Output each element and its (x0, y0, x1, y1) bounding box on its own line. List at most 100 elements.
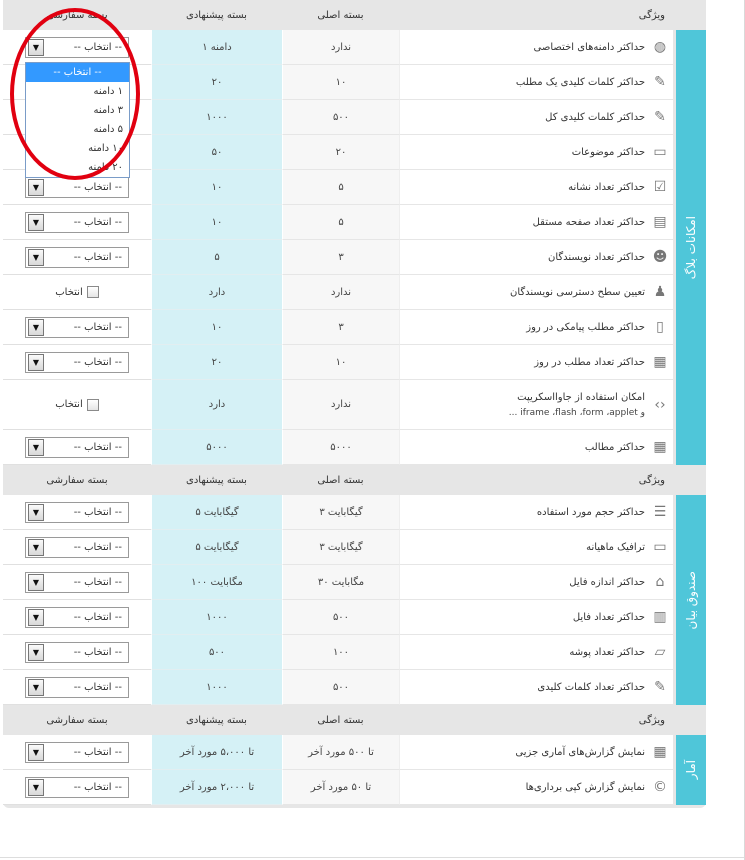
suggested-cell: ۵۰ (151, 135, 282, 170)
suggested-cell: تا ۵،۰۰۰ مورد آخر (151, 735, 282, 770)
select-value: -- انتخاب -- (73, 251, 122, 263)
package-select[interactable]: ▼ -- انتخاب -- (25, 606, 129, 628)
chevron-down-icon: ▼ (28, 503, 44, 521)
feature-label-wrap: حداکثر حجم مورد استفاده (537, 507, 645, 518)
suggested-cell: دارد (151, 275, 282, 310)
feature-cell: حداکثر دامنه‌های اختصاصی ◍ (399, 30, 673, 65)
feature-cell: حداکثر موضوعات ▭ (399, 135, 673, 170)
suggested-cell: ۵۰۰۰ (151, 430, 282, 465)
calendar-icon: ▦ (653, 744, 667, 760)
feature-label: حداکثر دامنه‌های اختصاصی (533, 41, 646, 53)
section: بسته سفارشی بسته پیشنهادی بسته اصلی ویژگی ▼ -… (3, 465, 706, 705)
section-title: امکانات بلاگ (684, 215, 698, 280)
feature-label-wrap: حداکثر مطالب (585, 442, 645, 453)
header-base: بسته اصلی (317, 714, 364, 726)
files-icon: ▥ (653, 609, 667, 625)
chevron-down-icon: ▼ (28, 778, 44, 796)
table-row: انتخاب دارد ندارد تعیین سطح دسترسی نویسندگا… (3, 275, 706, 310)
feature-cell: تعیین سطح دسترسی نویسندگان ♟ (399, 275, 673, 310)
custom-cell: ▼ -- انتخاب -- (3, 600, 151, 635)
chevron-down-icon: ▼ (28, 608, 44, 626)
select-value: -- انتخاب -- (73, 611, 122, 623)
chevron-down-icon: ▼ (28, 678, 44, 696)
suggested-cell: دارد (151, 380, 282, 430)
feature-label: حداکثر مطالب (584, 441, 645, 453)
table-row: ▼ -- انتخاب -- ۵ گیگابایت ۳ گیگابایت ترافیک … (3, 530, 706, 565)
section-title-band: صندوق بیان (676, 495, 706, 705)
checkbox-box[interactable] (86, 286, 99, 298)
package-select[interactable]: ▼ -- انتخاب -- (25, 501, 129, 523)
base-cell: ۵۰۰ (282, 600, 399, 635)
feature-cell: حداکثر اندازه فایل ⌂ (399, 565, 673, 600)
package-select[interactable]: ▼ -- انتخاب -- (25, 536, 129, 558)
package-checkbox[interactable]: انتخاب (55, 286, 99, 298)
base-cell: ۳ گیگابایت (282, 530, 399, 565)
package-select[interactable]: ▼ -- انتخاب -- (25, 211, 129, 233)
package-checkbox[interactable]: انتخاب (55, 398, 99, 411)
base-cell: ۵۰۰۰ (282, 430, 399, 465)
feature-label: حداکثر حجم مورد استفاده (536, 506, 645, 518)
table-row: ▼ -- انتخاب -- ۵۰۰ ۱۰۰ حداکثر تعداد پوشه ▱ (3, 635, 706, 670)
header-custom: بسته سفارشی (46, 714, 108, 726)
feature-cell: نمایش گزارش‌های آماری جزیی ▦ (399, 735, 673, 770)
package-select[interactable]: ▼ -- انتخاب -- (25, 641, 129, 663)
header-suggested: بسته پیشنهادی (186, 474, 247, 486)
bookmark-icon: ☑ (653, 179, 667, 195)
feature-cell: حداکثر تعداد کلمات کلیدی ✎ (399, 670, 673, 705)
custom-cell: ▼ -- انتخاب -- (3, 345, 151, 380)
base-cell: ۵۰۰ (282, 670, 399, 705)
tag-icon: ✎ (654, 74, 666, 90)
suggested-cell: ۱۰۰ مگابایت (151, 565, 282, 600)
suggested-cell: ۱۰۰۰ (151, 100, 282, 135)
code-icon: ‹› (654, 396, 666, 413)
custom-cell: ▼ -- انتخاب -- (3, 670, 151, 705)
select-value: -- انتخاب -- (73, 216, 122, 228)
chevron-down-icon: ▼ (28, 318, 44, 336)
feature-label-wrap: حداکثر تعداد صفحه مستقل (533, 217, 645, 228)
checkbox-box[interactable] (86, 398, 99, 411)
package-select[interactable]: ▼ -- انتخاب -- (25, 741, 129, 763)
section-title-band: امکانات بلاگ (676, 30, 706, 465)
select-value: -- انتخاب -- (73, 506, 122, 518)
feature-cell: حداکثر مطلب پیامکی در روز ▯ (399, 310, 673, 345)
custom-cell: ▼ -- انتخاب -- (3, 430, 151, 465)
select-value: -- انتخاب -- (73, 541, 122, 553)
custom-cell: ▼ -- انتخاب -- (3, 530, 151, 565)
table-row: ▼ -- انتخاب -- ۵ گیگابایت ۳ گیگابایت حداکثر … (3, 495, 706, 530)
bottom-divider (0, 857, 744, 858)
section-title: صندوق بیان (684, 570, 698, 630)
package-select[interactable]: ▼ -- انتخاب -- (25, 436, 129, 458)
suggested-cell: ۲۰ (151, 65, 282, 100)
base-cell: ۳ (282, 310, 399, 345)
table-row: ▼ -- انتخاب -- تا ۲،۰۰۰ مورد آخر تا ۵۰ مورد… (3, 770, 706, 805)
package-select[interactable]: ▼ -- انتخاب -- (25, 316, 129, 338)
feature-label: حداکثر کلمات کلیدی کل (545, 111, 645, 123)
package-select[interactable]: ▼ -- انتخاب -- (25, 246, 129, 268)
feature-cell: حداکثر تعداد مطلب در روز ▦ (399, 345, 673, 380)
feature-label: حداکثر تعداد نویسندگان (547, 251, 645, 263)
package-select[interactable]: ▼ -- انتخاب -- (25, 351, 129, 373)
feature-label-wrap: تعیین سطح دسترسی نویسندگان (510, 287, 645, 298)
base-cell: ندارد (282, 30, 399, 65)
feature-label-wrap: حداکثر تعداد مطلب در روز (534, 357, 645, 368)
users-icon: ☻ (652, 249, 668, 265)
package-select[interactable]: ▼ -- انتخاب -- (25, 571, 129, 593)
custom-cell: ▼ -- انتخاب -- (3, 205, 151, 240)
suggested-cell: ۵ گیگابایت (151, 495, 282, 530)
select-value: -- انتخاب -- (73, 576, 122, 588)
feature-cell: حداکثر مطالب ▦ (399, 430, 673, 465)
checkbox-label: انتخاب (55, 286, 83, 298)
chevron-down-icon: ▼ (28, 353, 44, 371)
feature-cell: حداکثر کلمات کلیدی کل ✎ (399, 100, 673, 135)
feature-label: نمایش گزارش کپی برداری‌ها (525, 781, 645, 793)
suggested-cell: ۱۰۰۰ (151, 670, 282, 705)
feature-label: حداکثر تعداد کلمات کلیدی (537, 681, 645, 693)
package-select[interactable]: ▼ -- انتخاب -- (25, 676, 129, 698)
base-cell: ۳۰ مگابایت (282, 565, 399, 600)
user-key-icon: ♟ (653, 284, 667, 300)
feature-cell: حداکثر تعداد فایل ▥ (399, 600, 673, 635)
package-select[interactable]: ▼ -- انتخاب -- (25, 776, 129, 798)
base-cell: ۵ (282, 205, 399, 240)
feature-label: حداکثر موضوعات (571, 146, 645, 158)
header-base: بسته اصلی (317, 474, 364, 486)
